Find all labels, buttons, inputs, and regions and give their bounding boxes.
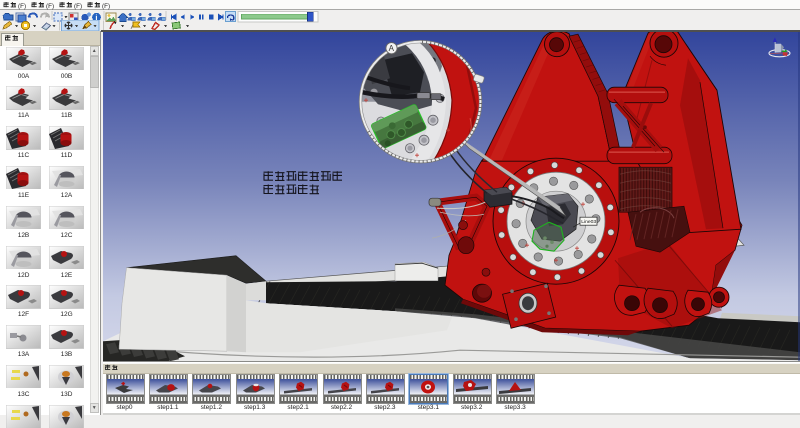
svg-text:A: A (389, 44, 395, 53)
svg-text:Line03: Line03 (581, 219, 596, 225)
